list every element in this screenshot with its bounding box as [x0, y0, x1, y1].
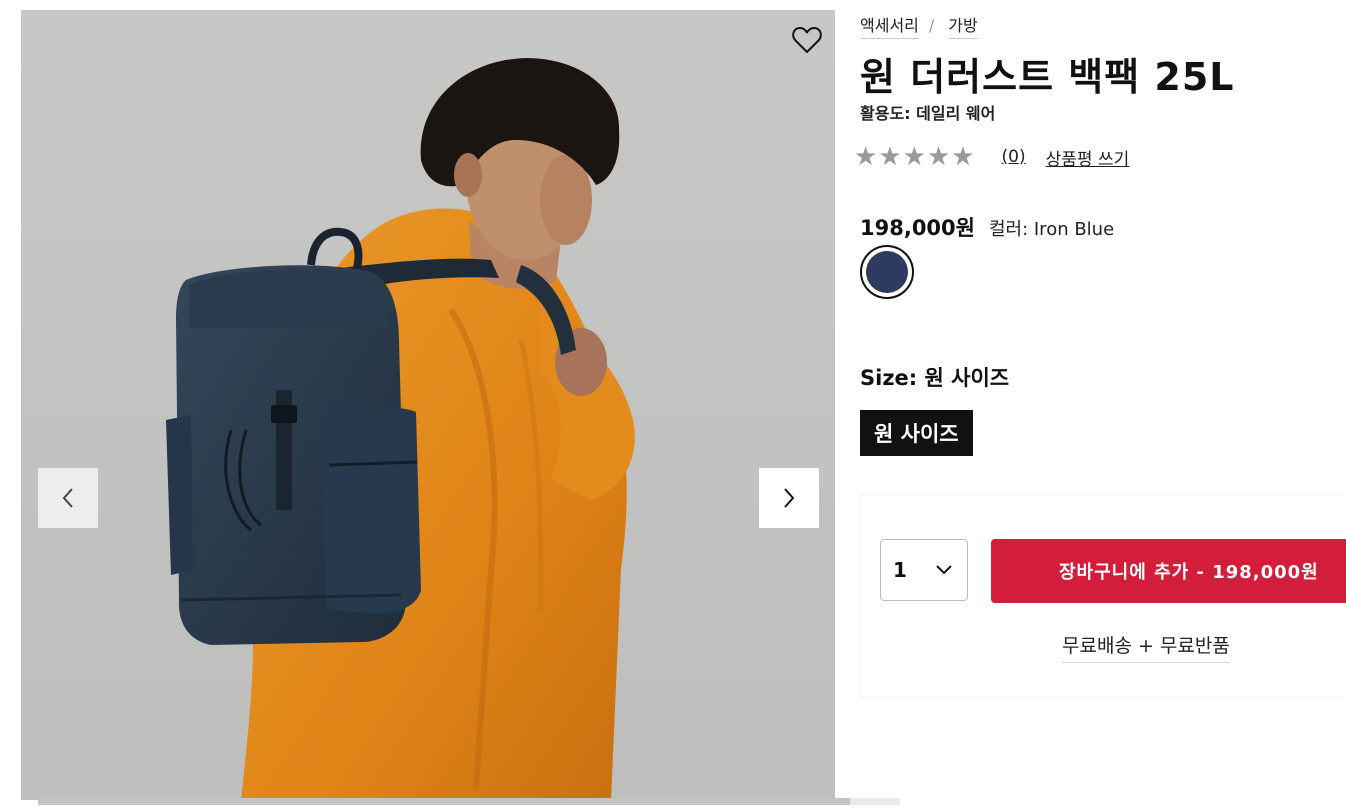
size-option-button[interactable]: 원 사이즈: [860, 410, 973, 456]
product-price: 198,000원: [860, 216, 975, 240]
add-to-cart-button[interactable]: 장바구니에 추가 - 198,000원: [991, 539, 1346, 603]
product-photo: [166, 58, 635, 800]
product-info-panel: 액세서리 / 가방 원 더러스트 백팩 25L 활용도: 데일리 웨어 ★★★★…: [854, 0, 1346, 809]
chevron-down-icon: [936, 565, 952, 575]
product-image-gallery: [21, 10, 835, 800]
gallery-scrollbar-thumb[interactable]: [38, 798, 850, 805]
color-label: 컬러: Iron Blue: [988, 219, 1115, 240]
product-title: 원 더러스트 백팩 25L: [860, 55, 1235, 99]
gallery-prev-button[interactable]: [38, 468, 98, 528]
breadcrumb-separator: /: [928, 16, 935, 35]
gallery-next-button[interactable]: [759, 468, 819, 528]
wishlist-heart-icon[interactable]: [789, 22, 825, 58]
color-swatch-iron-blue[interactable]: [860, 245, 914, 299]
quantity-value: 1: [893, 558, 907, 582]
breadcrumb: 액세서리 / 가방: [860, 12, 978, 39]
add-to-cart-panel: 1 장바구니에 추가 - 198,000원 무료배송 + 무료반품: [860, 495, 1346, 697]
product-activity: 활용도: 데일리 웨어: [860, 104, 996, 123]
write-review-link[interactable]: 상품평 쓰기: [1046, 145, 1130, 170]
rating-row: ★★★★★ (0) 상품평 쓰기: [854, 142, 1129, 172]
chevron-right-icon: [784, 488, 795, 508]
review-count-link[interactable]: (0): [1002, 147, 1026, 167]
swatch-dot: [866, 251, 908, 293]
chevron-left-icon: [62, 488, 73, 508]
rating-stars-icon: ★★★★★: [854, 142, 976, 172]
breadcrumb-item-bags[interactable]: 가방: [948, 12, 978, 39]
size-label: Size: 원 사이즈: [860, 366, 1010, 390]
quantity-select[interactable]: 1: [880, 539, 968, 601]
price-row: 198,000원 컬러: Iron Blue: [860, 212, 1114, 242]
breadcrumb-item-accessories[interactable]: 액세서리: [860, 12, 919, 39]
shipping-info: 무료배송 + 무료반품: [1062, 631, 1230, 663]
